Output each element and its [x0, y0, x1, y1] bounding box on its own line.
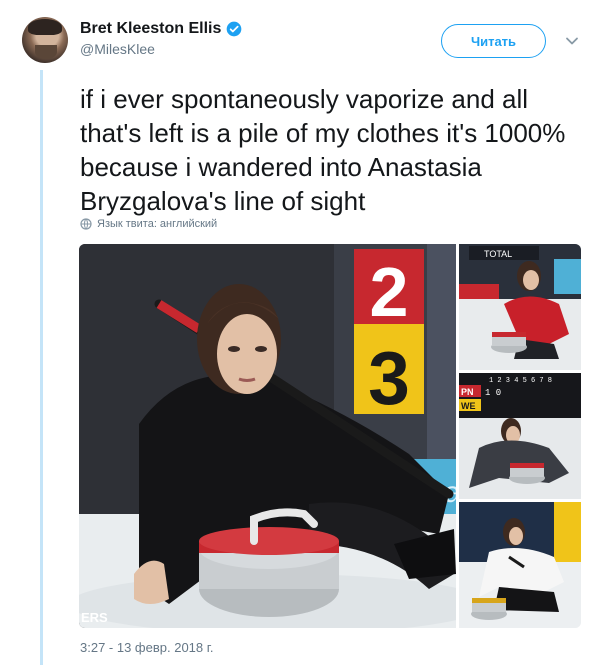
sign-number-bottom: 3: [368, 336, 410, 420]
globe-icon: [80, 218, 92, 230]
language-note[interactable]: Язык твита: английский: [97, 218, 217, 230]
sign-number-top: 2: [370, 253, 409, 331]
curling-photo-side-3-illustration: [459, 502, 581, 628]
chevron-down-icon[interactable]: [565, 34, 579, 48]
photo-watermark: ERS: [81, 610, 108, 625]
curling-photo-illustration: 2 3 yeongChan: [79, 244, 456, 628]
author-handle[interactable]: @MilesKlee: [80, 41, 242, 57]
media-photo-side-2[interactable]: 1 2 3 4 5 6 7 8 PN 1 0 WE: [459, 373, 581, 499]
author-block[interactable]: Bret Kleeston Ellis @MilesKlee: [80, 20, 242, 57]
media-photo-main[interactable]: 2 3 yeongChan: [79, 244, 456, 628]
avatar-beard: [35, 45, 57, 59]
scoreboard-header: 1 2 3 4 5 6 7 8: [489, 377, 552, 385]
scoreboard-total-label: TOTAL: [484, 249, 512, 259]
verified-badge-icon: [227, 21, 242, 37]
tweet-language-row[interactable]: Язык твита: английский: [80, 218, 217, 230]
thread-connector-line: [40, 70, 43, 665]
curling-photo-side-1-illustration: TOTAL: [459, 244, 581, 370]
avatar-hair: [28, 19, 62, 35]
media-photo-side-3[interactable]: [459, 502, 581, 628]
curling-photo-side-2-illustration: 1 2 3 4 5 6 7 8 PN 1 0 WE: [459, 373, 581, 499]
tweet-text: if i ever spontaneously vaporize and all…: [80, 84, 566, 216]
scoreboard-team-1: PN: [461, 387, 474, 397]
tweet-media-grid: 2 3 yeongChan: [79, 244, 581, 628]
scoreboard-team-2: WE: [461, 401, 476, 411]
tweet-timestamp[interactable]: 3:27 - 13 февр. 2018 г.: [80, 640, 214, 655]
media-photo-side-1[interactable]: TOTAL: [459, 244, 581, 370]
author-name-row[interactable]: Bret Kleeston Ellis: [80, 20, 242, 38]
follow-button[interactable]: Читать: [441, 24, 546, 58]
author-display-name[interactable]: Bret Kleeston Ellis: [80, 20, 221, 38]
scoreboard-score: 1 0: [485, 388, 501, 398]
avatar[interactable]: [22, 17, 68, 63]
